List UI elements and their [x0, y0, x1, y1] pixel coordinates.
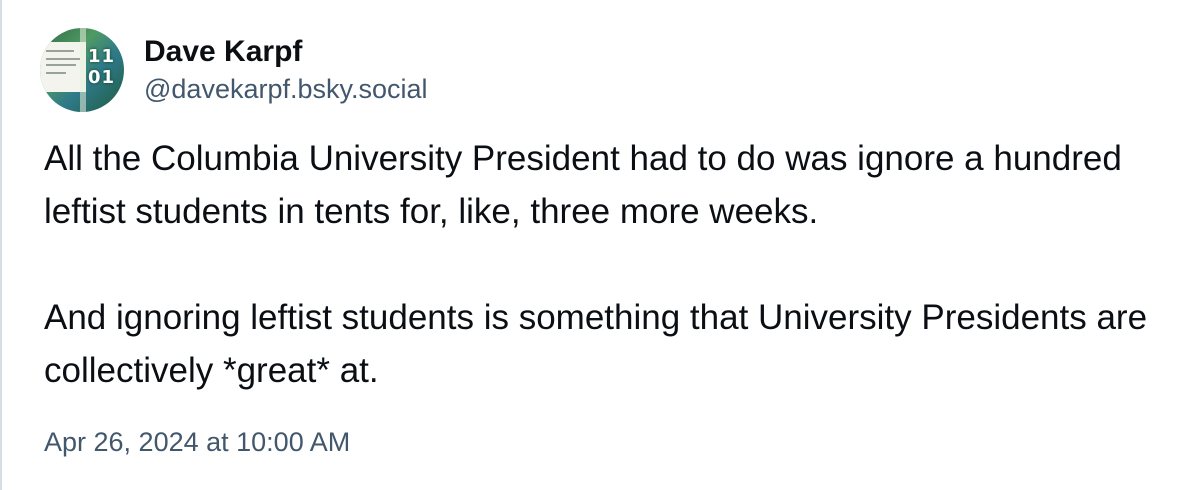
avatar-paper-line — [46, 50, 74, 52]
avatar-paper-line — [46, 72, 66, 74]
post-header: 11 01 Dave Karpf @davekarpf.bsky.social — [40, 28, 428, 112]
post-timestamp[interactable]: Apr 26, 2024 at 10:00 AM — [44, 424, 350, 460]
avatar-stripe-graphic — [80, 28, 86, 112]
post-paragraph-1: All the Columbia University President ha… — [44, 139, 1132, 231]
avatar-digits-graphic: 11 01 — [88, 46, 116, 88]
avatar-paper-line — [46, 64, 76, 66]
post-body: All the Columbia University President ha… — [44, 132, 1154, 397]
post-paragraph-2: And ignoring leftist students is somethi… — [44, 298, 1157, 390]
author-names: Dave Karpf @davekarpf.bsky.social — [144, 33, 428, 107]
author-handle[interactable]: @davekarpf.bsky.social — [144, 71, 428, 107]
avatar-paper-line — [46, 58, 80, 60]
post-card: 11 01 Dave Karpf @davekarpf.bsky.social … — [0, 0, 1192, 490]
author-display-name[interactable]: Dave Karpf — [144, 33, 428, 71]
avatar[interactable]: 11 01 — [40, 28, 124, 112]
